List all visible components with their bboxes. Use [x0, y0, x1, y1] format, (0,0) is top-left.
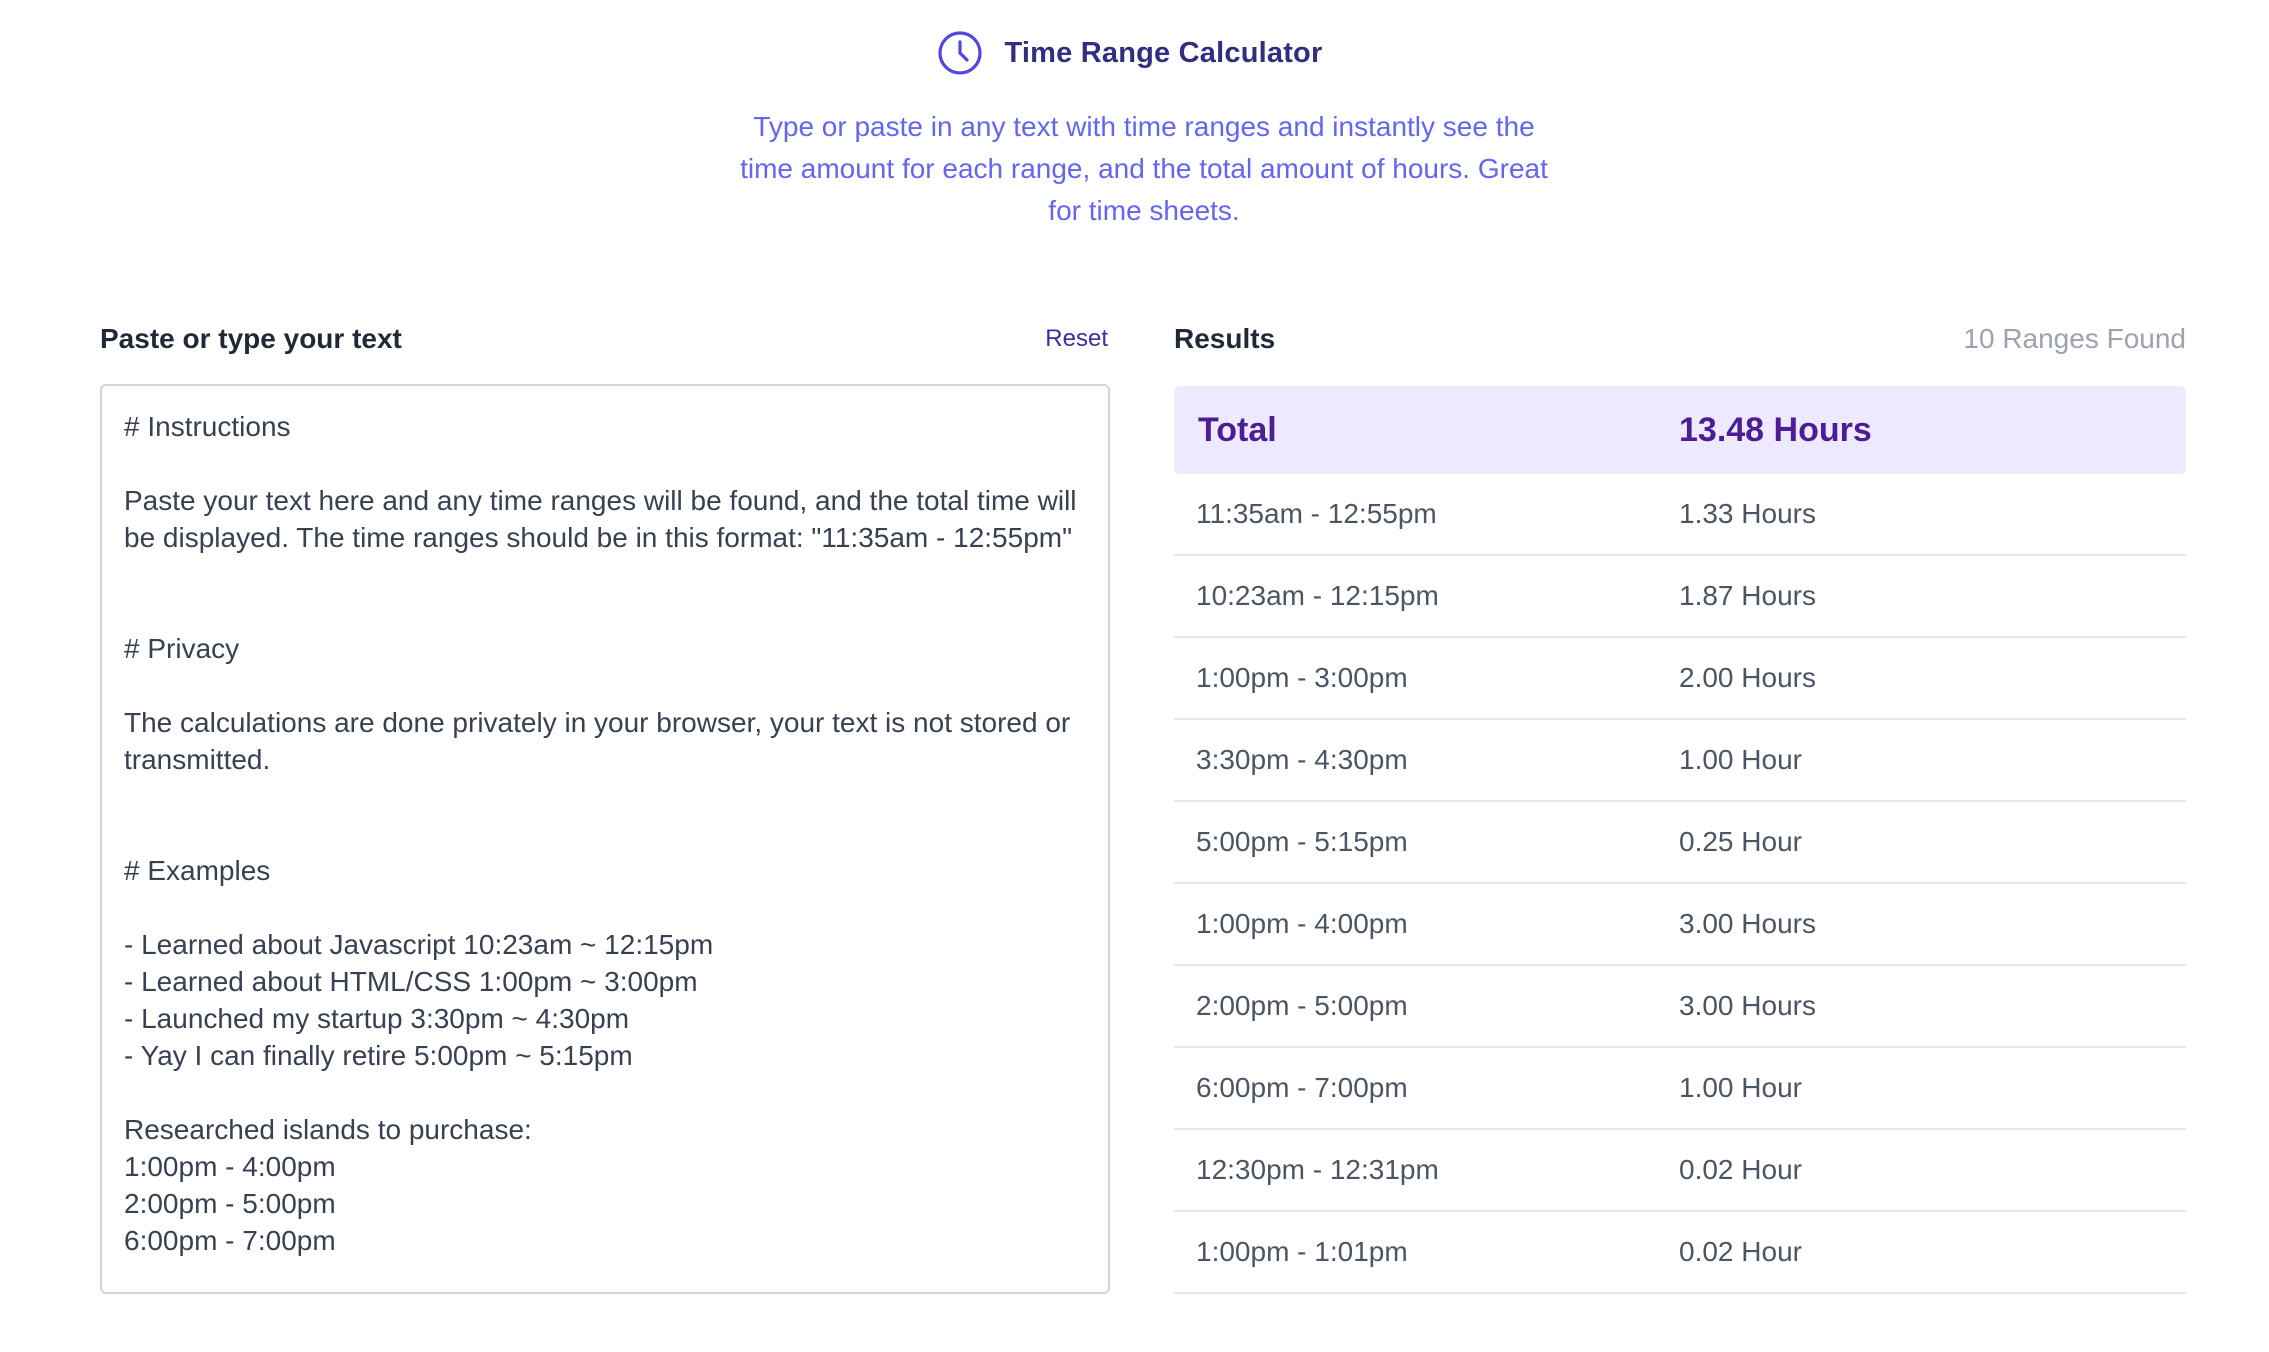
- table-row: 10:23am - 12:15pm 1.87 Hours: [1174, 556, 2186, 638]
- table-row: 1:00pm - 3:00pm 2.00 Hours: [1174, 638, 2186, 720]
- amount-cell: 0.25 Hour: [1679, 826, 1802, 857]
- range-cell: 1:00pm - 3:00pm: [1196, 662, 1408, 693]
- table-row: 3:30pm - 4:30pm 1.00 Hour: [1174, 720, 2186, 802]
- input-panel: Paste or type your text Reset # Instruct…: [100, 318, 1110, 1294]
- amount-cell: 1.87 Hours: [1679, 580, 1816, 611]
- ranges-found-count: 10 Ranges Found: [1963, 323, 2186, 354]
- page-subtitle: Type or paste in any text with time rang…: [740, 111, 1548, 226]
- results-table: Total 13.48 Hours 11:35am - 12:55pm 1.33…: [1174, 386, 2186, 1294]
- results-panel: Results 10 Ranges Found Total 13.48 Hour…: [1174, 318, 2186, 1294]
- range-cell: 5:00pm - 5:15pm: [1196, 826, 1408, 857]
- clock-icon: [937, 30, 983, 76]
- total-label: Total: [1198, 410, 1277, 449]
- range-cell: 1:00pm - 4:00pm: [1196, 908, 1408, 939]
- table-row: 6:00pm - 7:00pm 1.00 Hour: [1174, 1048, 2186, 1130]
- title-row: Time Range Calculator: [0, 30, 2269, 76]
- input-panel-header: Paste or type your text Reset: [100, 318, 1110, 360]
- range-cell: 11:35am - 12:55pm: [1196, 498, 1437, 529]
- amount-cell: 0.02 Hour: [1679, 1154, 1802, 1185]
- table-row: 1:00pm - 4:00pm 3.00 Hours: [1174, 884, 2186, 966]
- table-row: 5:00pm - 5:15pm 0.25 Hour: [1174, 802, 2186, 884]
- range-cell: 10:23am - 12:15pm: [1196, 580, 1439, 611]
- table-row: 2:00pm - 5:00pm 3.00 Hours: [1174, 966, 2186, 1048]
- amount-cell: 3.00 Hours: [1679, 908, 1816, 939]
- table-row: 11:35am - 12:55pm 1.33 Hours: [1174, 474, 2186, 556]
- total-value: 13.48 Hours: [1679, 410, 1872, 449]
- range-cell: 3:30pm - 4:30pm: [1196, 744, 1408, 775]
- reset-button[interactable]: Reset: [1045, 325, 1108, 353]
- range-cell: 6:00pm - 7:00pm: [1196, 1072, 1408, 1103]
- range-cell: 2:00pm - 5:00pm: [1196, 990, 1408, 1021]
- text-input-area[interactable]: # Instructions Paste your text here and …: [100, 384, 1110, 1294]
- total-row: Total 13.48 Hours: [1174, 386, 2186, 474]
- page-title: Time Range Calculator: [1004, 36, 1323, 69]
- amount-cell: 3.00 Hours: [1679, 990, 1816, 1021]
- amount-cell: 0.02 Hour: [1679, 1236, 1802, 1267]
- range-cell: 1:00pm - 1:01pm: [1196, 1236, 1408, 1267]
- table-row: 12:30pm - 12:31pm 0.02 Hour: [1174, 1130, 2186, 1212]
- amount-cell: 1.33 Hours: [1679, 498, 1816, 529]
- amount-cell: 1.00 Hour: [1679, 744, 1802, 775]
- results-panel-header: Results 10 Ranges Found: [1174, 318, 2186, 360]
- amount-cell: 2.00 Hours: [1679, 662, 1816, 693]
- table-row: 1:00pm - 1:01pm 0.02 Hour: [1174, 1212, 2186, 1294]
- amount-cell: 1.00 Hour: [1679, 1072, 1802, 1103]
- input-panel-title: Paste or type your text: [100, 323, 402, 354]
- range-cell: 12:30pm - 12:31pm: [1196, 1154, 1439, 1185]
- results-panel-title: Results: [1174, 323, 1276, 354]
